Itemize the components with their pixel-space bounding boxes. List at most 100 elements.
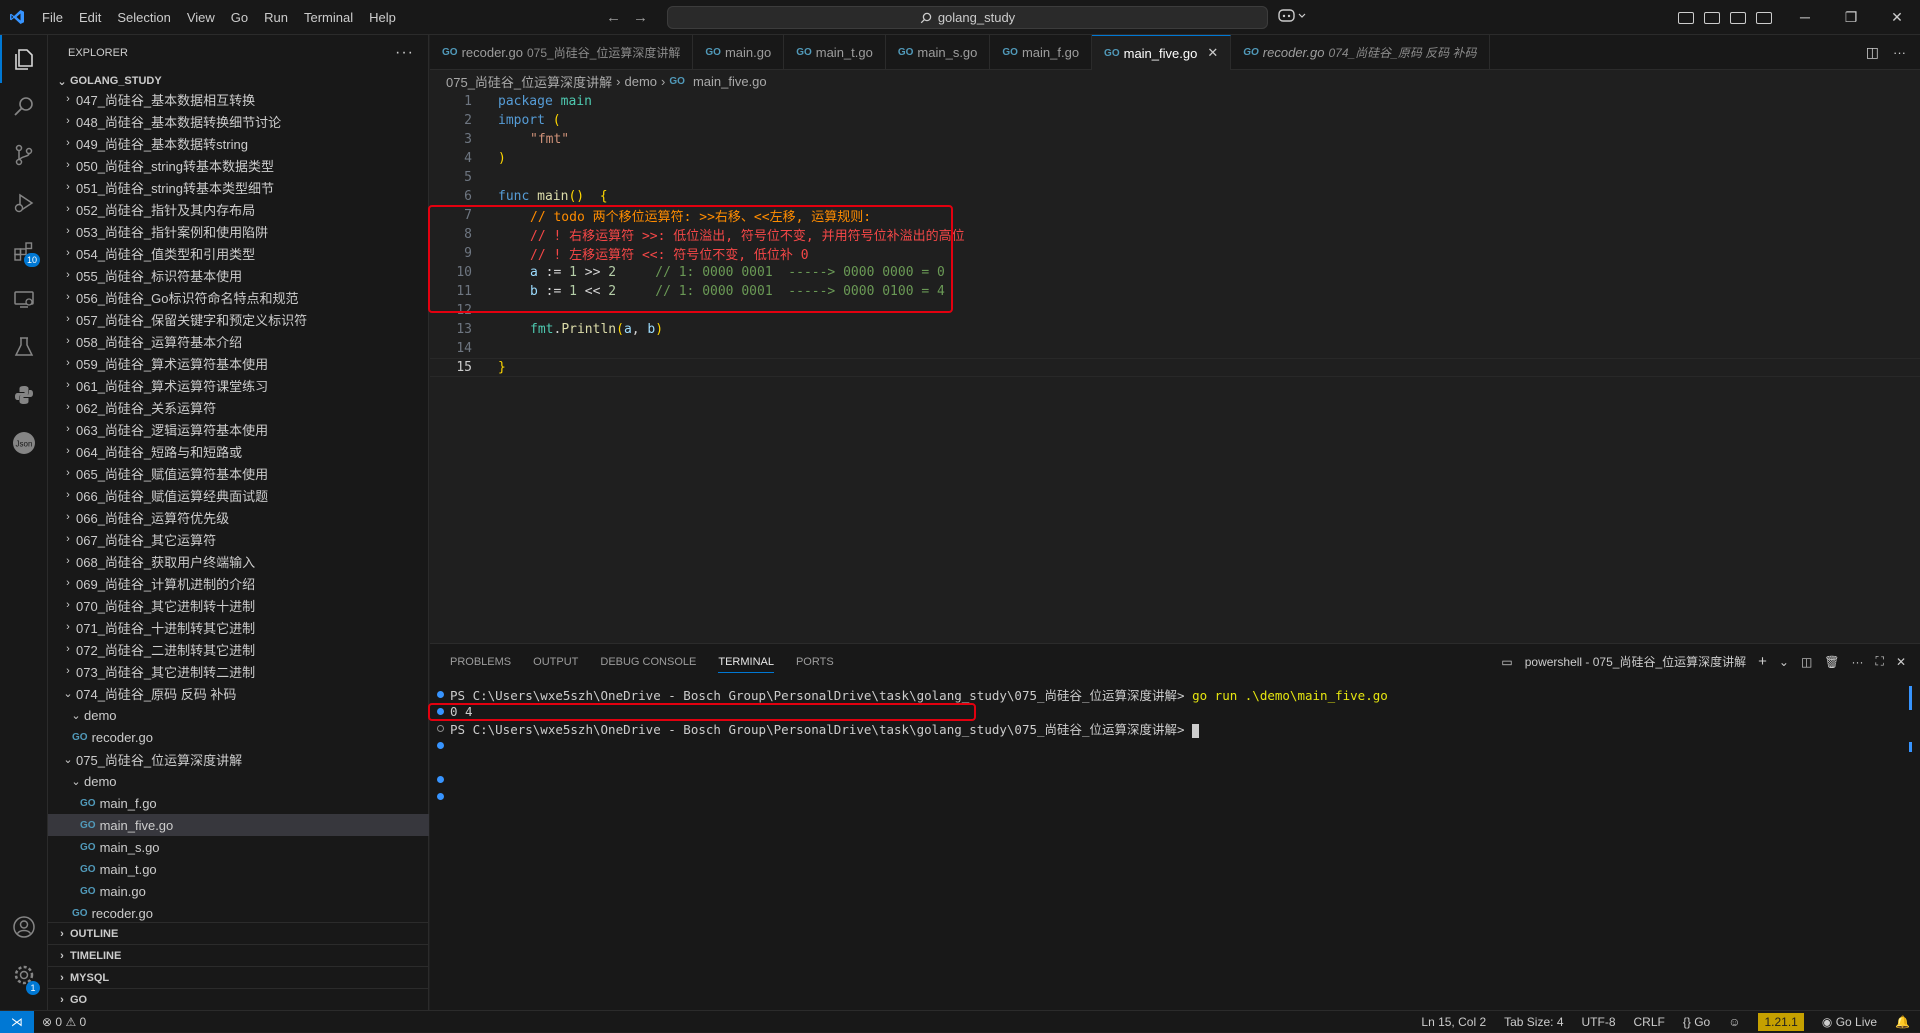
menu-run[interactable]: Run <box>256 0 296 35</box>
chevron-down-icon[interactable]: ⌄ <box>1779 655 1789 669</box>
notifications-bell-icon[interactable]: 🔔 <box>1895 1015 1910 1029</box>
tree-file-item[interactable]: GO main_s.go <box>48 836 429 858</box>
language-mode[interactable]: {} Go <box>1683 1015 1710 1029</box>
mysql-section[interactable]: › MYSQL <box>48 966 429 988</box>
trash-icon[interactable]: 🗑 <box>1824 655 1839 669</box>
go-version[interactable]: 1.21.1 <box>1758 1013 1804 1031</box>
tree-folder-item[interactable]: ⌄ demo <box>48 704 429 726</box>
tree-folder-item[interactable]: › 061_尚硅谷_算术运算符课堂练习 <box>48 374 429 396</box>
go-live[interactable]: ◉ Go Live <box>1822 1015 1877 1029</box>
tree-folder-item[interactable]: › 047_尚硅谷_基本数据相互转换 <box>48 88 429 110</box>
split-editor-icon[interactable]: ◫ <box>1866 44 1879 61</box>
tree-folder-item[interactable]: › 058_尚硅谷_运算符基本介绍 <box>48 330 429 352</box>
tab-problems[interactable]: PROBLEMS <box>450 656 511 668</box>
more-actions-icon[interactable]: ··· <box>395 44 414 62</box>
tab-output[interactable]: OUTPUT <box>533 656 578 668</box>
explorer-icon[interactable] <box>0 35 48 83</box>
toggle-primary-sidebar-icon[interactable] <box>1678 11 1694 24</box>
tree-folder-item[interactable]: › 072_尚硅谷_二进制转其它进制 <box>48 638 429 660</box>
terminal-name[interactable]: powershell - 075_尚硅谷_位运算深度讲解 <box>1525 653 1746 670</box>
tree-folder-item[interactable]: › 052_尚硅谷_指针及其内存布局 <box>48 198 429 220</box>
tree-folder-item[interactable]: › 059_尚硅谷_算术运算符基本使用 <box>48 352 429 374</box>
tab-main-go[interactable]: GO main.go <box>693 35 785 70</box>
tab-main-t-go[interactable]: GO main_t.go <box>784 35 886 70</box>
menu-edit[interactable]: Edit <box>71 0 109 35</box>
search-view-icon[interactable] <box>0 83 48 131</box>
tree-folder-item[interactable]: › 053_尚硅谷_指针案例和使用陷阱 <box>48 220 429 242</box>
forward-arrow-icon[interactable]: → <box>633 9 648 26</box>
toggle-secondary-sidebar-icon[interactable] <box>1756 11 1772 24</box>
cursor-position[interactable]: Ln 15, Col 2 <box>1421 1015 1486 1029</box>
tree-folder-item[interactable]: ⌄ demo <box>48 770 429 792</box>
tree-file-item[interactable]: GO main_five.go <box>48 814 429 836</box>
tree-folder-item[interactable]: › 048_尚硅谷_基本数据转换细节讨论 <box>48 110 429 132</box>
tree-folder-item[interactable]: › 056_尚硅谷_Go标识符命名特点和规范 <box>48 286 429 308</box>
remote-explorer-icon[interactable] <box>0 275 48 323</box>
extensions-icon[interactable]: 10 <box>0 227 48 275</box>
tree-folder-item[interactable]: › 068_尚硅谷_获取用户终端输入 <box>48 550 429 572</box>
tree-folder-item[interactable]: › 051_尚硅谷_string转基本类型细节 <box>48 176 429 198</box>
scrollbar-marker[interactable] <box>1909 686 1912 710</box>
command-center-search[interactable]: golang_study <box>667 6 1268 29</box>
eol[interactable]: CRLF <box>1634 1015 1665 1029</box>
tab-debug-console[interactable]: DEBUG CONSOLE <box>600 656 696 668</box>
problems-indicator[interactable]: ⊗ 0 ⚠ 0 <box>42 1015 86 1029</box>
json-icon[interactable]: Json <box>0 419 48 467</box>
breadcrumb-demo[interactable]: demo <box>625 74 658 89</box>
tree-file-item[interactable]: GO main.go <box>48 880 429 902</box>
breadcrumb-folder[interactable]: 075_尚硅谷_位运算深度讲解 <box>446 72 612 91</box>
tree-folder-item[interactable]: › 050_尚硅谷_string转基本数据类型 <box>48 154 429 176</box>
menu-view[interactable]: View <box>179 0 223 35</box>
tab-recoder-074[interactable]: GO recoder.go 074_尚硅谷_原码 反码 补码 <box>1231 35 1490 70</box>
tree-folder-item[interactable]: › 066_尚硅谷_运算符优先级 <box>48 506 429 528</box>
tree-file-item[interactable]: GO recoder.go <box>48 902 429 924</box>
tree-folder-item[interactable]: › 073_尚硅谷_其它进制转二进制 <box>48 660 429 682</box>
copilot-status-icon[interactable]: ☺ <box>1728 1015 1740 1029</box>
account-icon[interactable] <box>0 903 48 951</box>
tab-main-f-go[interactable]: GO main_f.go <box>990 35 1093 70</box>
tree-folder-item[interactable]: › 054_尚硅谷_值类型和引用类型 <box>48 242 429 264</box>
tab-recoder-075[interactable]: GO recoder.go 075_尚硅谷_位运算深度讲解 <box>430 35 694 70</box>
tree-folder-item[interactable]: › 062_尚硅谷_关系运算符 <box>48 396 429 418</box>
tab-ports[interactable]: PORTS <box>796 656 834 668</box>
close-panel-icon[interactable]: ✕ <box>1896 655 1906 669</box>
close-tab-icon[interactable]: ✕ <box>1207 45 1218 61</box>
tree-folder-item[interactable]: › 064_尚硅谷_短路与和短路或 <box>48 440 429 462</box>
tab-size[interactable]: Tab Size: 4 <box>1504 1015 1563 1029</box>
editor-more-icon[interactable]: ··· <box>1893 45 1906 60</box>
toggle-sidebar-icon[interactable] <box>1704 11 1720 24</box>
source-control-icon[interactable] <box>0 131 48 179</box>
close-window-icon[interactable]: ✕ <box>1874 0 1920 35</box>
run-debug-icon[interactable] <box>0 179 48 227</box>
tree-folder-item[interactable]: › 069_尚硅谷_计算机进制的介绍 <box>48 572 429 594</box>
testing-icon[interactable] <box>0 323 48 371</box>
tree-folder-item[interactable]: › 070_尚硅谷_其它进制转十进制 <box>48 594 429 616</box>
outline-section[interactable]: › OUTLINE <box>48 922 429 944</box>
maximize-panel-icon[interactable]: ⛶ <box>1876 654 1884 669</box>
panel-more-icon[interactable]: ··· <box>1852 655 1864 669</box>
tree-file-item[interactable]: GO main_t.go <box>48 858 429 880</box>
menu-terminal[interactable]: Terminal <box>296 0 361 35</box>
python-icon[interactable] <box>0 371 48 419</box>
tree-file-item[interactable]: GO recoder.go <box>48 726 429 748</box>
split-terminal-icon[interactable]: ◫ <box>1801 655 1812 669</box>
tree-folder-item[interactable]: › 071_尚硅谷_十进制转其它进制 <box>48 616 429 638</box>
tree-folder-item[interactable]: ⌄ 075_尚硅谷_位运算深度讲解 <box>48 748 429 770</box>
menu-selection[interactable]: Selection <box>109 0 178 35</box>
tree-folder-item[interactable]: › 057_尚硅谷_保留关键字和预定义标识符 <box>48 308 429 330</box>
tree-folder-item[interactable]: › 049_尚硅谷_基本数据转string <box>48 132 429 154</box>
remote-indicator-icon[interactable]: ⋊ <box>0 1010 34 1033</box>
go-section[interactable]: › GO <box>48 988 429 1010</box>
tree-folder-item[interactable]: › 055_尚硅谷_标识符基本使用 <box>48 264 429 286</box>
minimize-icon[interactable]: ─ <box>1782 0 1828 35</box>
tree-folder-item[interactable]: › 066_尚硅谷_赋值运算经典面试题 <box>48 484 429 506</box>
toggle-panel-icon[interactable] <box>1730 11 1746 24</box>
scrollbar-marker[interactable] <box>1909 742 1912 752</box>
menu-go[interactable]: Go <box>223 0 256 35</box>
menu-file[interactable]: File <box>34 0 71 35</box>
breadcrumb-file[interactable]: main_five.go <box>693 74 767 89</box>
tab-terminal[interactable]: TERMINAL <box>718 656 774 673</box>
timeline-section[interactable]: › TIMELINE <box>48 944 429 966</box>
tree-folder-item[interactable]: › 065_尚硅谷_赋值运算符基本使用 <box>48 462 429 484</box>
tree-folder-item[interactable]: › 067_尚硅谷_其它运算符 <box>48 528 429 550</box>
